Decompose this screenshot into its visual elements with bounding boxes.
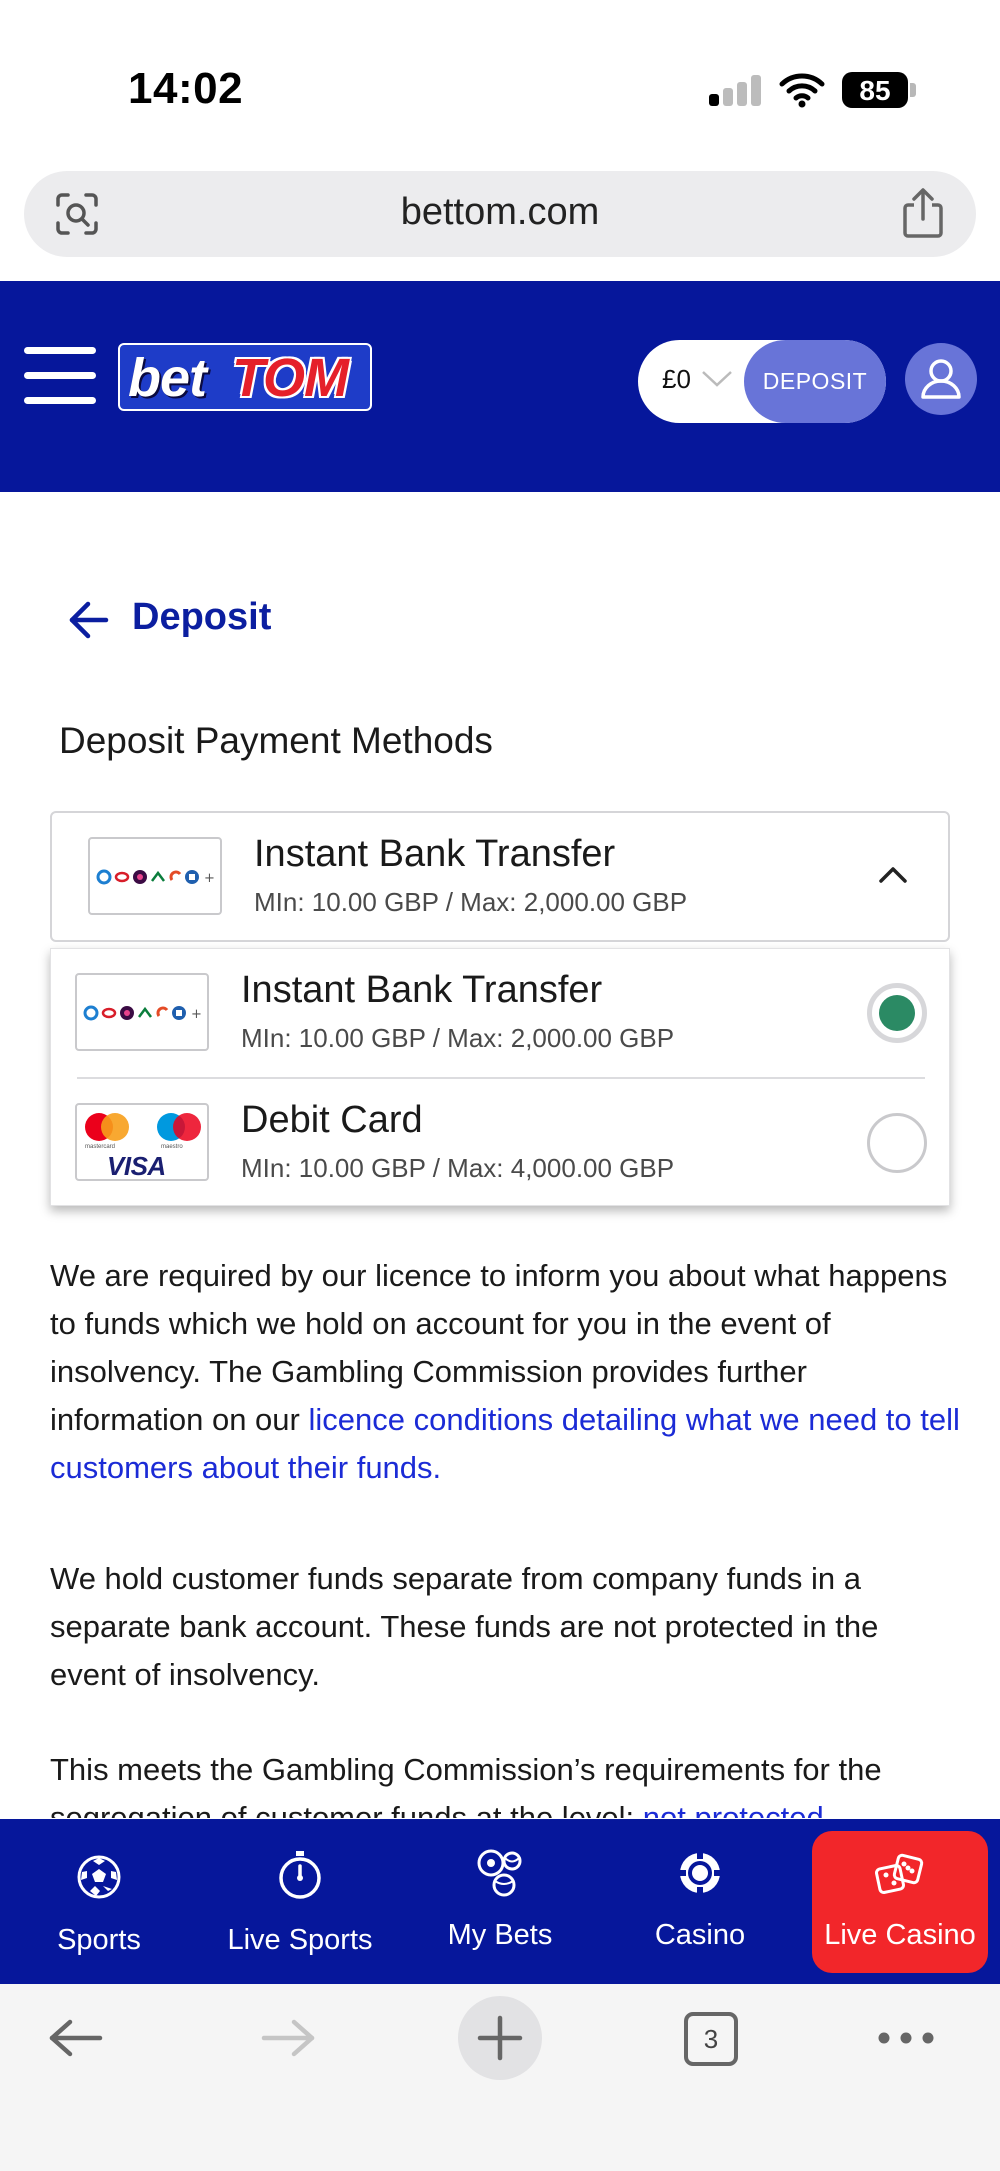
svg-text:+: + <box>191 1007 201 1022</box>
selected-method-name: Instant Bank Transfer <box>254 833 616 875</box>
option-limits: MIn: 10.00 GBP / Max: 2,000.00 GBP <box>241 1023 675 1053</box>
payment-method-select[interactable]: + Instant Bank Transfer MIn: 10.00 GBP /… <box>50 811 950 942</box>
nav-my-bets[interactable]: My Bets <box>400 1819 600 1984</box>
bank-logos-icon: + <box>88 837 222 915</box>
nav-live-casino[interactable]: Live Casino <box>812 1831 988 1973</box>
browser-toolbar: 3 <box>0 1984 1000 2171</box>
option-instant-bank-transfer[interactable]: + Instant Bank Transfer MIn: 10.00 GBP /… <box>51 949 951 1077</box>
nav-casino[interactable]: Casino <box>600 1819 800 1984</box>
menu-icon[interactable] <box>24 347 96 405</box>
option-limits: MIn: 10.00 GBP / Max: 4,000.00 GBP <box>241 1153 675 1183</box>
nav-label: My Bets <box>447 1919 553 1951</box>
plus-icon <box>477 2015 523 2061</box>
dice-icon <box>875 1853 924 1894</box>
url-text: bettom.com <box>400 191 600 233</box>
radio-instant-bank-transfer[interactable] <box>867 983 927 1043</box>
svg-text:+: + <box>204 871 214 886</box>
new-tab-button[interactable] <box>458 1996 542 2080</box>
option-name: Debit Card <box>241 1099 423 1141</box>
back-icon[interactable] <box>48 2018 104 2058</box>
address-bar[interactable]: bettom.com <box>24 171 976 257</box>
account-button[interactable] <box>905 343 977 415</box>
status-time: 14:02 <box>128 64 244 113</box>
chevron-up-icon <box>879 867 907 883</box>
arrow-left-icon <box>69 601 109 639</box>
football-icon <box>77 1855 121 1899</box>
nav-sports[interactable]: Sports <box>0 1819 198 1984</box>
tabs-button[interactable]: 3 <box>684 2012 738 2066</box>
not-protected-link[interactable]: not protected – <box>643 1800 850 1818</box>
requirements-paragraph: This meets the Gambling Commission’s req… <box>50 1746 960 1818</box>
logo-bet: bet <box>128 348 207 408</box>
visa-logo: VISA <box>107 1151 166 1181</box>
nav-live-sports[interactable]: Live Sports <box>200 1819 400 1984</box>
card-logos-icon: mastercard maestro VISA <box>75 1103 209 1181</box>
selected-method-limits: MIn: 10.00 GBP / Max: 2,000.00 GBP <box>254 887 688 917</box>
radio-debit-card[interactable] <box>867 1113 927 1173</box>
battery-icon: 85 <box>842 72 916 108</box>
nav-label: Sports <box>57 1924 141 1956</box>
balls-icon <box>477 1849 522 1897</box>
nav-label: Live Sports <box>227 1924 373 1956</box>
stopwatch-icon <box>279 1851 321 1899</box>
deposit-button[interactable]: DEPOSIT <box>744 340 886 423</box>
cellular-signal-icon <box>709 74 763 106</box>
casino-chip-icon <box>679 1852 721 1894</box>
nav-label: Casino <box>654 1919 746 1951</box>
insolvency-info-paragraph: We are required by our licence to inform… <box>50 1258 960 1485</box>
segregation-paragraph: We hold customer funds separate from com… <box>50 1561 879 1692</box>
forward-icon[interactable] <box>260 2018 316 2058</box>
payment-method-dropdown: + Instant Bank Transfer MIn: 10.00 GBP /… <box>50 948 950 1206</box>
section-title: Deposit Payment Methods <box>59 720 493 761</box>
battery-percent: 85 <box>859 75 891 106</box>
status-bar: 14:02 85 <box>0 0 1000 170</box>
nav-label: Live Casino <box>824 1919 976 1951</box>
more-icon[interactable] <box>876 2030 936 2046</box>
bettom-logo[interactable]: bet TOM <box>118 343 372 411</box>
user-icon <box>921 359 961 399</box>
logo-tom: TOM <box>232 348 349 408</box>
bottom-nav: Sports Live Sports My Bets Casino Live C… <box>0 1819 1000 1984</box>
option-name: Instant Bank Transfer <box>241 969 603 1011</box>
bank-logos-icon: + <box>75 973 209 1051</box>
balance-amount: £0 <box>662 364 691 394</box>
share-icon[interactable] <box>900 187 946 239</box>
chevron-down-icon <box>702 371 732 387</box>
site-header: bet TOM £0 DEPOSIT <box>0 281 1000 492</box>
wifi-icon <box>779 73 825 108</box>
option-debit-card[interactable]: mastercard maestro VISA Debit Card MIn: … <box>51 1079 951 1207</box>
page-title: Deposit <box>132 596 272 638</box>
